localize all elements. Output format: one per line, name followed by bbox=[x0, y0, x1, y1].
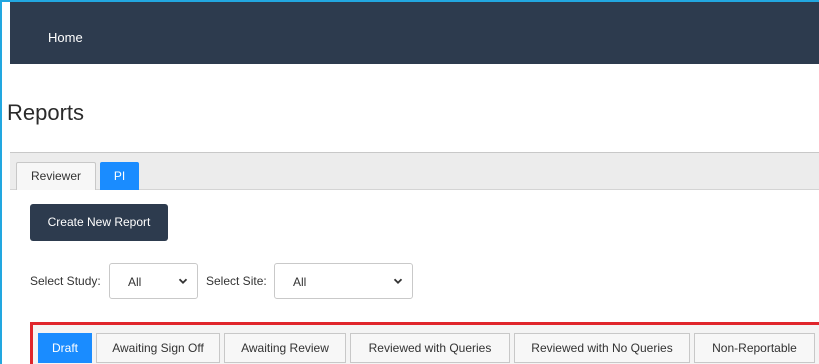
study-select-value: All bbox=[128, 275, 142, 289]
chevron-down-icon bbox=[393, 278, 403, 284]
nav-home-link[interactable]: Home bbox=[48, 30, 83, 45]
page-title: Reports bbox=[7, 100, 85, 125]
tab-awaiting-sign-off[interactable]: Awaiting Sign Off bbox=[96, 333, 220, 363]
site-select[interactable]: All bbox=[274, 263, 413, 299]
tab-reviewed-with-no-queries[interactable]: Reviewed with No Queries bbox=[514, 333, 690, 363]
tab-awaiting-review[interactable]: Awaiting Review bbox=[224, 333, 346, 363]
site-select-value: All bbox=[293, 275, 307, 289]
chevron-down-icon bbox=[178, 278, 188, 284]
frame-left-border bbox=[0, 0, 2, 364]
role-tab-bar: Reviewer PI bbox=[10, 152, 819, 190]
select-site-label: Select Site: bbox=[206, 274, 267, 288]
tab-reviewer[interactable]: Reviewer bbox=[16, 162, 96, 190]
study-select[interactable]: All bbox=[109, 263, 198, 299]
select-study-label: Select Study: bbox=[30, 274, 101, 288]
top-navbar: Home bbox=[10, 2, 819, 64]
tab-reviewed-with-queries[interactable]: Reviewed with Queries bbox=[350, 333, 510, 363]
create-new-report-button[interactable]: Create New Report bbox=[30, 204, 168, 241]
tab-draft[interactable]: Draft bbox=[38, 333, 92, 363]
tab-non-reportable[interactable]: Non-Reportable bbox=[694, 333, 815, 363]
status-tabs-highlight: Draft Awaiting Sign Off Awaiting Review … bbox=[30, 322, 819, 364]
tab-pi[interactable]: PI bbox=[100, 162, 139, 190]
